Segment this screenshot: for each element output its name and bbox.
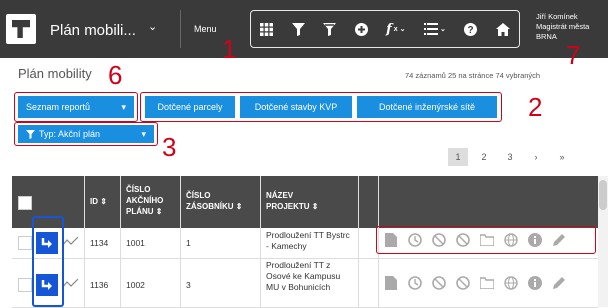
marker-3: 3 bbox=[162, 132, 177, 162]
toolbar-group: f x ⌄ ⌄ ? bbox=[250, 10, 520, 48]
globe-icon[interactable] bbox=[504, 276, 518, 290]
header-action-plan-no[interactable]: ČÍSLO AKČNÍHO PLÁNU ⇕ bbox=[126, 184, 172, 217]
cell-action-plan-no: 1002 bbox=[126, 280, 145, 290]
folder-icon[interactable] bbox=[480, 276, 494, 290]
sparkline-icon[interactable] bbox=[61, 278, 79, 292]
chevron-down-icon[interactable]: ⌄ bbox=[148, 20, 157, 33]
home-icon[interactable] bbox=[495, 22, 510, 36]
chevron-down-icon: ▾ bbox=[121, 101, 126, 112]
highlight-frame-row-buttons bbox=[32, 216, 64, 307]
logo-icon bbox=[12, 20, 30, 38]
marker-2: 2 bbox=[528, 92, 543, 122]
history-icon[interactable] bbox=[408, 276, 422, 290]
marker-1: 1 bbox=[222, 34, 237, 64]
cell-reservoir-no: 3 bbox=[186, 280, 191, 290]
record-counts: 74 záznamů 25 na stránce 74 vybraných bbox=[405, 71, 541, 80]
scrollbar-thumb[interactable] bbox=[599, 180, 607, 210]
user-info[interactable]: Jiří Komínek Magistrát města BRNA bbox=[536, 12, 589, 42]
reports-label: Seznam reportů bbox=[26, 102, 91, 112]
add-icon[interactable] bbox=[354, 22, 368, 36]
sparkline-icon[interactable] bbox=[61, 236, 79, 250]
filter-type-dropdown[interactable]: Typ: Akční plán ▾ bbox=[18, 125, 154, 143]
filter-icon[interactable] bbox=[291, 22, 305, 36]
document-icon[interactable] bbox=[384, 276, 398, 290]
header-id[interactable]: ID ⇕ bbox=[90, 196, 107, 207]
tab-parcels[interactable]: Dotčené parcely bbox=[145, 96, 235, 118]
app-title[interactable]: Plán mobili... bbox=[50, 22, 136, 39]
cell-id: 1136 bbox=[90, 280, 109, 290]
marker-7: 7 bbox=[566, 40, 581, 70]
header-reservoir-no[interactable]: ČÍSLO ZÁSOBNÍKU ⇕ bbox=[186, 190, 250, 212]
select-all-checkbox[interactable] bbox=[18, 196, 32, 210]
row-actions bbox=[384, 233, 566, 247]
marker-6: 6 bbox=[108, 60, 123, 90]
page-button-1[interactable]: 1 bbox=[448, 148, 468, 166]
app-logo[interactable] bbox=[6, 14, 36, 44]
history-icon[interactable] bbox=[408, 233, 422, 247]
history-remove-icon[interactable] bbox=[456, 233, 470, 247]
reports-dropdown[interactable]: Seznam reportů ▾ bbox=[18, 96, 134, 118]
edit-icon[interactable] bbox=[552, 233, 566, 247]
info-icon[interactable] bbox=[528, 233, 542, 247]
last-page-button[interactable]: » bbox=[552, 148, 572, 166]
next-page-button[interactable]: › bbox=[526, 148, 546, 166]
cell-project-name: Prodloužení TT z Osové ke Kampusu MU v B… bbox=[266, 260, 341, 292]
page-button-3[interactable]: 3 bbox=[500, 148, 520, 166]
page-button-2[interactable]: 2 bbox=[474, 148, 494, 166]
help-icon[interactable]: ? bbox=[464, 22, 478, 36]
cell-reservoir-no: 1 bbox=[186, 238, 191, 248]
header-project-name[interactable]: NÁZEV PROJEKTU ⇕ bbox=[266, 190, 336, 212]
edit-icon[interactable] bbox=[552, 276, 566, 290]
user-org-city: BRNA bbox=[536, 32, 557, 41]
top-bar: Plán mobili... ⌄ Menu f x ⌄ ⌄ ? Jiří Komín… bbox=[0, 0, 608, 58]
folder-icon[interactable] bbox=[480, 233, 494, 247]
page-title: Plán mobility bbox=[18, 66, 92, 81]
svg-text:?: ? bbox=[468, 25, 474, 36]
user-name: Jiří Komínek bbox=[536, 12, 578, 21]
history-remove-icon[interactable] bbox=[432, 233, 446, 247]
document-icon[interactable] bbox=[384, 233, 398, 247]
user-org: Magistrát města bbox=[536, 22, 590, 31]
row-checkbox[interactable] bbox=[18, 278, 32, 292]
filter-clear-icon[interactable] bbox=[323, 22, 337, 36]
filter-label: Typ: Akční plán bbox=[39, 129, 101, 139]
list-icon[interactable]: ⌄ bbox=[423, 23, 446, 35]
chevron-down-icon: ▾ bbox=[141, 128, 146, 139]
row-checkbox[interactable] bbox=[18, 236, 32, 250]
divider bbox=[180, 10, 181, 48]
history-remove-icon[interactable] bbox=[432, 276, 446, 290]
cell-project-name: Prodloužení TT Bystrc - Kamechy bbox=[266, 230, 350, 251]
history-remove-icon[interactable] bbox=[456, 276, 470, 290]
tab-buildings[interactable]: Dotčené stavby KVP bbox=[240, 96, 352, 118]
globe-icon[interactable] bbox=[504, 233, 518, 247]
cell-action-plan-no: 1001 bbox=[126, 238, 145, 248]
function-icon[interactable]: f x ⌄ bbox=[386, 22, 405, 37]
filter-icon bbox=[26, 129, 35, 139]
row-actions bbox=[384, 276, 566, 290]
menu-button[interactable]: Menu bbox=[194, 24, 217, 34]
info-icon[interactable] bbox=[528, 276, 542, 290]
cell-id: 1134 bbox=[90, 238, 109, 248]
tab-networks[interactable]: Dotčené inženýrské sítě bbox=[357, 96, 497, 118]
grid-icon[interactable] bbox=[260, 22, 274, 36]
